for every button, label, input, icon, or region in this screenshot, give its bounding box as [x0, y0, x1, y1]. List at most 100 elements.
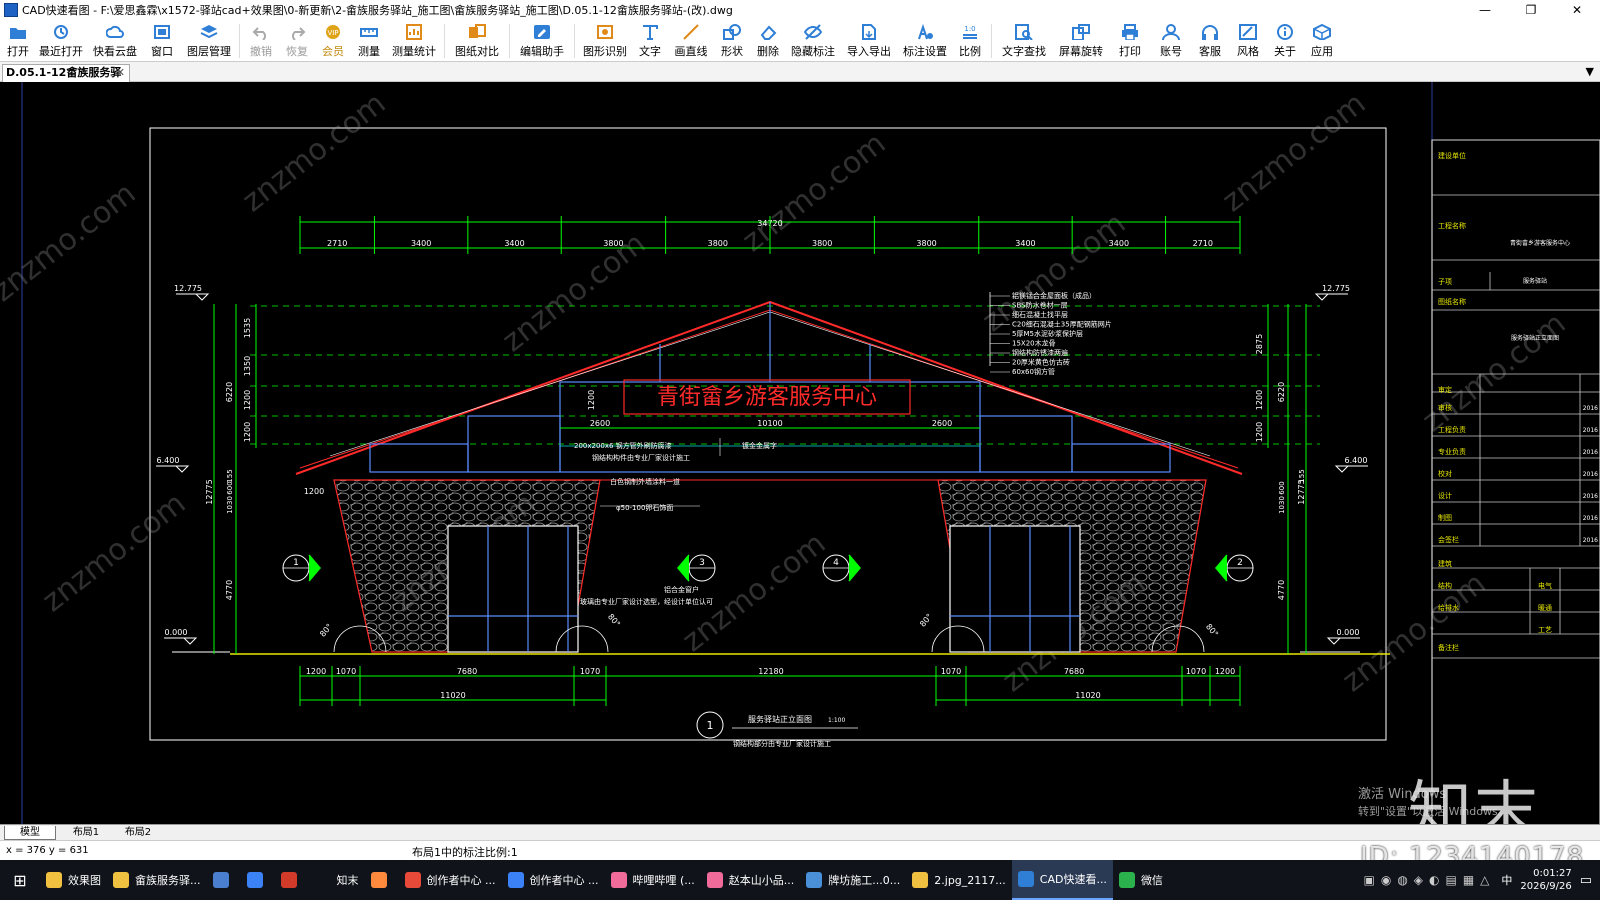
tab-model[interactable]: 模型 [4, 826, 56, 840]
browser-icon [246, 872, 263, 888]
watermark-text: znzmo.com [0, 176, 142, 309]
title-block-label: 子项 [1438, 278, 1452, 286]
level-text: 6.400 [157, 456, 180, 465]
taskbar-item[interactable]: 微信 [1113, 860, 1169, 900]
toolbar-button-text-search[interactable]: 文字查找 [995, 20, 1053, 62]
tab-layout2[interactable]: 布局2 [114, 826, 162, 840]
toolbar-button-recognize[interactable]: 图形识别 [578, 20, 632, 62]
toolbar-button-shape[interactable]: 形状 [714, 20, 750, 62]
vertical-dimension-text: 1200 [243, 390, 252, 410]
material-note: 20厚米黄色仿古砖 [1012, 358, 1070, 367]
toolbar-button-rotate-screen[interactable]: 屏幕旋转 [1053, 20, 1109, 62]
toolbar-button-line[interactable]: 画直线 [668, 20, 714, 62]
tab-list-dropdown-icon[interactable]: ▼ [1586, 65, 1594, 78]
left-window [447, 525, 579, 653]
taskbar-item[interactable]: 畲族服务驿... [107, 860, 207, 900]
toolbar-button-eraser[interactable]: 删除 [750, 20, 786, 62]
taskbar-items: 效果图 畲族服务驿... 知末 创作者中心 ... 创作者中心 ... 哔哩哔哩 (...… [40, 860, 1169, 900]
ruler-icon [360, 28, 378, 37]
toolbar-button-edit-assistant[interactable]: 编辑助手 [513, 20, 571, 62]
title-block-year: 2016 [1583, 449, 1598, 456]
title-block-label: 工程负责 [1438, 425, 1466, 434]
recognize-icon [597, 25, 613, 39]
document-tab[interactable]: D.05.1-12畲族服务驿 ✕ [2, 64, 130, 82]
toolbar-button-scale[interactable]: 1:0 比例 [952, 20, 988, 62]
toolbar-separator [239, 24, 240, 58]
taskbar-item[interactable]: 效果图 [40, 860, 107, 900]
level-text: 12.775 [174, 284, 202, 293]
toolbar-label: 文字查找 [1002, 45, 1046, 58]
material-note: C20细石混凝土35厚配钢筋网片 [1012, 320, 1112, 329]
toolbar-button-redo[interactable]: 恢复 [279, 20, 315, 62]
top-dimension-text: 3400 [411, 239, 431, 248]
rotate-screen-icon [1072, 24, 1090, 40]
ime-indicator[interactable]: 中 [1501, 872, 1512, 888]
toolbar-button-annotation-settings[interactable]: 标注设置 [898, 20, 952, 62]
toolbar-button-cloud[interactable]: 快看云盘 [88, 20, 142, 62]
taskbar-item[interactable]: 赵本山小品... [701, 860, 801, 900]
title-block-label: 校对 [1438, 469, 1452, 478]
close-tab-icon[interactable]: ✕ [116, 65, 125, 81]
taskbar-item[interactable] [365, 860, 399, 900]
taskbar-item-label: 赵本山小品... [728, 874, 795, 887]
toolbar-button-compare[interactable]: 图纸对比 [448, 20, 506, 62]
taskbar-item[interactable]: 哔哩哔哩 (... [605, 860, 701, 900]
left-frame-lower [369, 443, 469, 473]
vip-icon: VIP [326, 25, 340, 39]
toolbar-button-style[interactable]: 风格 [1229, 20, 1267, 62]
layout-tabs: 模型 布局1 布局2 [0, 824, 1600, 840]
toolbar-button-import-export[interactable]: 导入导出 [840, 20, 898, 62]
toolbar-button-layers[interactable]: 图层管理 [182, 20, 236, 62]
toolbar-button-info[interactable]: 关于 [1267, 20, 1303, 62]
annotation-settings-icon [918, 24, 933, 40]
close-button[interactable]: ✕ [1554, 0, 1600, 20]
taskbar-item[interactable] [241, 860, 275, 900]
notification-icon[interactable]: ▭ [1580, 873, 1592, 888]
toolbar-button-undo[interactable]: 撤销 [243, 20, 279, 62]
taskbar-item[interactable] [207, 860, 241, 900]
angle-label: 80° [918, 612, 934, 629]
bottom-dimension-text: 7680 [457, 667, 477, 676]
taskbar-item[interactable] [275, 860, 309, 900]
tab-layout1[interactable]: 布局1 [62, 826, 110, 840]
toolbar-button-hide-annotation[interactable]: 隐藏标注 [786, 20, 840, 62]
maximize-button[interactable]: ❐ [1508, 0, 1554, 20]
taskbar-item[interactable]: 创作者中心 ... [502, 860, 605, 900]
toolbar-button-window[interactable]: 窗口 [142, 20, 182, 62]
folder-icon [46, 872, 62, 888]
title-block-year: 2016 [1583, 427, 1598, 434]
toolbar-button-text[interactable]: 文字 [632, 20, 668, 62]
toolbar-label: 图形识别 [583, 45, 627, 58]
account-icon [1162, 24, 1180, 40]
compare-icon [469, 24, 486, 38]
cursor-coordinates: x = 376 y = 631 [6, 845, 89, 856]
toolbar-button-headset[interactable]: 客服 [1191, 20, 1229, 62]
minimize-button[interactable]: — [1462, 0, 1508, 20]
toolbar-button-account[interactable]: 账号 [1151, 20, 1191, 62]
toolbar-button-ruler[interactable]: 测量 [351, 20, 387, 62]
top-dimension-text: 3800 [916, 239, 936, 248]
vertical-dimension-text: 4770 [1277, 580, 1286, 600]
toolbar-label: 文字 [639, 45, 661, 58]
toolbar-button-measure-stats[interactable]: 测量统计 [387, 20, 441, 62]
toolbar-button-history[interactable]: 最近打开 [34, 20, 88, 62]
toolbar-button-apps[interactable]: 应用 [1303, 20, 1341, 62]
toolbar-button-folder[interactable]: 打开 [2, 20, 34, 62]
toolbar-label: 测量统计 [392, 45, 436, 58]
taskbar-item-label: 知末 [336, 874, 359, 887]
taskbar-item[interactable]: 2.jpg_2117... [906, 860, 1012, 900]
clock[interactable]: 0:01:27 2026/9/26 [1520, 867, 1571, 893]
drawing-canvas[interactable]: znzmo.com znzmo.com znzmo.com znzmo.com znzm… [0, 82, 1600, 824]
tray-icons[interactable]: ▣◉◍◈◐▤▦△ [1364, 873, 1496, 887]
taskbar-item[interactable]: 创作者中心 ... [399, 860, 502, 900]
taskbar-item[interactable]: 知末 [309, 860, 365, 900]
callout-number: 3 [699, 558, 705, 568]
start-button[interactable]: ⊞ [0, 860, 40, 900]
taskbar-item[interactable]: 牌坊施工...0... [800, 860, 906, 900]
bottom-center-dimension-text: 12180 [758, 667, 783, 676]
title-block-label: 专业负责 [1438, 447, 1466, 456]
toolbar-button-vip[interactable]: VIP 会员 [315, 20, 351, 62]
level-marker [174, 465, 190, 473]
taskbar-item[interactable]: CAD快速看... [1011, 860, 1113, 900]
toolbar-button-print[interactable]: 打印 [1109, 20, 1151, 62]
